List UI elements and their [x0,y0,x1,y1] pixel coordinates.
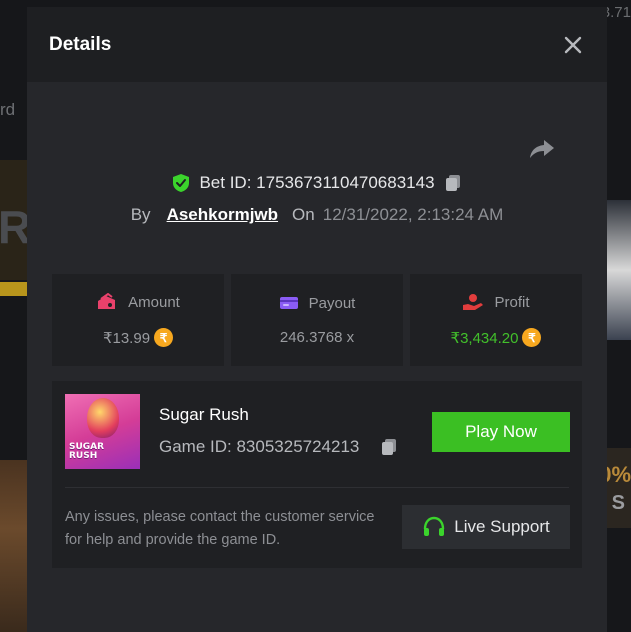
modal-title: Details [49,33,112,55]
stat-profit-value-row: ₹3,434.20 ₹ [451,328,542,347]
bet-details-modal: Details Bet ID: 1753673110470683143 By A… [27,7,607,632]
rupee-coin-icon: ₹ [154,328,174,347]
play-now-button[interactable]: Play Now [432,412,570,452]
hand-coin-icon [463,294,484,310]
game-thumbnail[interactable]: SUGAR RUSH [65,394,140,469]
stat-payout: Payout 246.3768 x [231,274,403,366]
copy-bet-id-icon[interactable] [443,173,463,193]
close-icon [564,36,582,53]
stat-payout-header: Payout [279,294,356,312]
bet-meta-row: By Asehkormjwb On 12/31/2022, 2:13:24 AM [27,205,607,225]
live-support-label: Live Support [454,517,550,536]
support-hint-text: Any issues, please contact the customer … [65,509,375,548]
bg-banner-bar [0,282,28,296]
bg-promo-text-2: S [611,492,625,514]
verified-shield-icon [173,174,190,192]
share-arrow-icon [530,140,554,158]
headset-icon [424,516,445,536]
username-link[interactable]: Asehkormjwb [167,205,278,225]
thumb-text-line-2: RUSH [69,451,98,461]
rupee-coin-icon: ₹ [522,328,542,347]
stat-amount: Amount ₹13.99 ₹ [52,274,224,366]
stat-payout-label: Payout [308,294,356,312]
game-id: Game ID: 8305325724213 [159,437,360,456]
bg-promo-image [603,200,631,340]
wallet-money-icon [98,293,116,309]
stat-profit-label: Profit [494,293,530,311]
game-id-row: Game ID: 8305325724213 [159,437,399,457]
bg-game-image [0,460,30,632]
game-title: Sugar Rush [159,405,249,424]
share-button[interactable] [527,137,557,161]
stat-payout-value: 246.3768 x [279,328,355,346]
stat-amount-header: Amount [96,293,180,311]
card-icon [279,297,298,309]
bet-datetime: 12/31/2022, 2:13:24 AM [322,205,504,224]
divider [65,487,569,488]
stat-amount-value-row: ₹13.99 ₹ [102,328,174,347]
stat-amount-value: ₹13.99 [102,329,151,347]
bet-id-row: Bet ID: 1753673110470683143 [27,173,607,193]
game-thumbnail-title: SUGAR RUSH [69,443,104,461]
candy-egg-icon [87,398,119,438]
stat-profit-header: Profit [462,293,530,311]
close-button[interactable] [561,33,585,57]
copy-game-id-icon[interactable] [379,437,399,457]
bg-promo-card [603,448,631,528]
modal-header: Details [27,7,607,82]
on-label: On [292,205,315,224]
stat-profit-value: ₹3,434.20 [450,329,519,347]
by-label: By [130,205,151,224]
stat-amount-label: Amount [128,293,180,311]
stat-payout-value-row: 246.3768 x [280,329,354,346]
bet-id: Bet ID: 1753673110470683143 [199,173,435,192]
bet-stats: Amount ₹13.99 ₹ Payout 246.3768 x Profit… [52,274,582,366]
stat-profit: Profit ₹3,434.20 ₹ [410,274,582,366]
game-card: SUGAR RUSH Sugar Rush Game ID: 830532572… [52,381,582,568]
live-support-button[interactable]: Live Support [402,505,570,549]
bg-left-text: rd [0,100,16,119]
